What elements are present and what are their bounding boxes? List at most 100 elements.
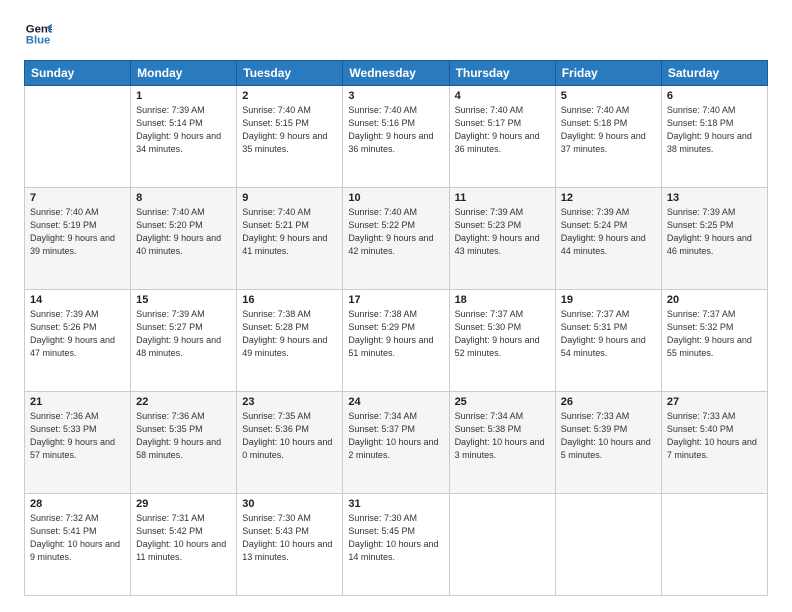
day-number: 31 xyxy=(348,498,443,510)
logo: General Blue xyxy=(24,20,56,48)
calendar-cell: 4 Sunrise: 7:40 AMSunset: 5:17 PMDaylight… xyxy=(449,86,555,188)
calendar-header-row: SundayMondayTuesdayWednesdayThursdayFrid… xyxy=(25,61,768,86)
day-info: Sunrise: 7:40 AMSunset: 5:16 PMDaylight:… xyxy=(348,104,443,156)
day-number: 30 xyxy=(242,498,337,510)
calendar-cell: 24Sunrise: 7:34 AMSunset: 5:37 PMDayligh… xyxy=(343,392,449,494)
calendar-cell: 19 Sunrise: 7:37 AMSunset: 5:31 PMDayligh… xyxy=(555,290,661,392)
day-number: 23 xyxy=(242,396,337,408)
calendar-cell: 17 Sunrise: 7:38 AMSunset: 5:29 PMDayligh… xyxy=(343,290,449,392)
day-number: 7 xyxy=(30,192,125,204)
calendar-cell: 8 Sunrise: 7:40 AMSunset: 5:20 PMDaylight… xyxy=(131,188,237,290)
calendar-cell: 7 Sunrise: 7:40 AMSunset: 5:19 PMDaylight… xyxy=(25,188,131,290)
day-info: Sunrise: 7:39 AMSunset: 5:25 PMDaylight:… xyxy=(667,206,762,258)
calendar-week-4: 21 Sunrise: 7:36 AMSunset: 5:33 PMDayligh… xyxy=(25,392,768,494)
calendar-cell: 15Sunrise: 7:39 AMSunset: 5:27 PMDayligh… xyxy=(131,290,237,392)
day-number: 25 xyxy=(455,396,550,408)
calendar-page: General Blue SundayMondayTuesdayWednesda… xyxy=(0,0,792,612)
column-header-saturday: Saturday xyxy=(661,61,767,86)
day-number: 19 xyxy=(561,294,656,306)
day-number: 9 xyxy=(242,192,337,204)
day-info: Sunrise: 7:37 AMSunset: 5:31 PMDaylight:… xyxy=(561,308,656,360)
calendar-cell: 16 Sunrise: 7:38 AMSunset: 5:28 PMDayligh… xyxy=(237,290,343,392)
column-header-thursday: Thursday xyxy=(449,61,555,86)
day-info: Sunrise: 7:37 AMSunset: 5:30 PMDaylight:… xyxy=(455,308,550,360)
day-number: 17 xyxy=(348,294,443,306)
day-info: Sunrise: 7:36 AMSunset: 5:35 PMDaylight:… xyxy=(136,410,231,462)
day-number: 14 xyxy=(30,294,125,306)
day-number: 21 xyxy=(30,396,125,408)
calendar-cell: 21 Sunrise: 7:36 AMSunset: 5:33 PMDayligh… xyxy=(25,392,131,494)
day-info: Sunrise: 7:40 AMSunset: 5:19 PMDaylight:… xyxy=(30,206,125,258)
day-number: 26 xyxy=(561,396,656,408)
day-info: Sunrise: 7:39 AMSunset: 5:23 PMDaylight:… xyxy=(455,206,550,258)
calendar-cell: 12Sunrise: 7:39 AMSunset: 5:24 PMDayligh… xyxy=(555,188,661,290)
calendar-cell xyxy=(25,86,131,188)
calendar-week-1: 1Sunrise: 7:39 AMSunset: 5:14 PMDaylight… xyxy=(25,86,768,188)
day-info: Sunrise: 7:40 AMSunset: 5:15 PMDaylight:… xyxy=(242,104,337,156)
calendar-body: 1Sunrise: 7:39 AMSunset: 5:14 PMDaylight… xyxy=(25,86,768,596)
day-number: 24 xyxy=(348,396,443,408)
day-number: 18 xyxy=(455,294,550,306)
calendar-cell: 23Sunrise: 7:35 AMSunset: 5:36 PMDayligh… xyxy=(237,392,343,494)
calendar-week-5: 28 Sunrise: 7:32 AMSunset: 5:41 PMDayligh… xyxy=(25,494,768,596)
calendar-cell: 1Sunrise: 7:39 AMSunset: 5:14 PMDaylight… xyxy=(131,86,237,188)
calendar-week-2: 7 Sunrise: 7:40 AMSunset: 5:19 PMDaylight… xyxy=(25,188,768,290)
day-info: Sunrise: 7:32 AMSunset: 5:41 PMDaylight:… xyxy=(30,512,125,564)
calendar-cell: 11 Sunrise: 7:39 AMSunset: 5:23 PMDayligh… xyxy=(449,188,555,290)
calendar-cell: 30 Sunrise: 7:30 AMSunset: 5:43 PMDayligh… xyxy=(237,494,343,596)
calendar-cell: 28 Sunrise: 7:32 AMSunset: 5:41 PMDayligh… xyxy=(25,494,131,596)
calendar-table: SundayMondayTuesdayWednesdayThursdayFrid… xyxy=(24,60,768,596)
day-number: 2 xyxy=(242,90,337,102)
day-number: 5 xyxy=(561,90,656,102)
calendar-cell xyxy=(449,494,555,596)
day-number: 6 xyxy=(667,90,762,102)
day-info: Sunrise: 7:36 AMSunset: 5:33 PMDaylight:… xyxy=(30,410,125,462)
day-number: 29 xyxy=(136,498,231,510)
day-info: Sunrise: 7:30 AMSunset: 5:43 PMDaylight:… xyxy=(242,512,337,564)
day-info: Sunrise: 7:33 AMSunset: 5:39 PMDaylight:… xyxy=(561,410,656,462)
day-info: Sunrise: 7:37 AMSunset: 5:32 PMDaylight:… xyxy=(667,308,762,360)
calendar-cell: 29 Sunrise: 7:31 AMSunset: 5:42 PMDayligh… xyxy=(131,494,237,596)
calendar-cell: 22 Sunrise: 7:36 AMSunset: 5:35 PMDayligh… xyxy=(131,392,237,494)
day-info: Sunrise: 7:33 AMSunset: 5:40 PMDaylight:… xyxy=(667,410,762,462)
day-info: Sunrise: 7:40 AMSunset: 5:18 PMDaylight:… xyxy=(561,104,656,156)
day-info: Sunrise: 7:39 AMSunset: 5:14 PMDaylight:… xyxy=(136,104,231,156)
day-number: 8 xyxy=(136,192,231,204)
calendar-cell: 31 Sunrise: 7:30 AMSunset: 5:45 PMDayligh… xyxy=(343,494,449,596)
day-info: Sunrise: 7:31 AMSunset: 5:42 PMDaylight:… xyxy=(136,512,231,564)
day-info: Sunrise: 7:40 AMSunset: 5:17 PMDaylight:… xyxy=(455,104,550,156)
calendar-cell: 3Sunrise: 7:40 AMSunset: 5:16 PMDaylight… xyxy=(343,86,449,188)
day-number: 11 xyxy=(455,192,550,204)
column-header-sunday: Sunday xyxy=(25,61,131,86)
calendar-week-3: 14Sunrise: 7:39 AMSunset: 5:26 PMDayligh… xyxy=(25,290,768,392)
day-info: Sunrise: 7:39 AMSunset: 5:24 PMDaylight:… xyxy=(561,206,656,258)
day-info: Sunrise: 7:38 AMSunset: 5:29 PMDaylight:… xyxy=(348,308,443,360)
column-header-friday: Friday xyxy=(555,61,661,86)
day-info: Sunrise: 7:30 AMSunset: 5:45 PMDaylight:… xyxy=(348,512,443,564)
day-info: Sunrise: 7:40 AMSunset: 5:22 PMDaylight:… xyxy=(348,206,443,258)
day-number: 20 xyxy=(667,294,762,306)
day-number: 28 xyxy=(30,498,125,510)
calendar-cell xyxy=(661,494,767,596)
calendar-cell: 2 Sunrise: 7:40 AMSunset: 5:15 PMDaylight… xyxy=(237,86,343,188)
day-number: 16 xyxy=(242,294,337,306)
calendar-cell: 5 Sunrise: 7:40 AMSunset: 5:18 PMDaylight… xyxy=(555,86,661,188)
column-header-wednesday: Wednesday xyxy=(343,61,449,86)
column-header-tuesday: Tuesday xyxy=(237,61,343,86)
day-number: 4 xyxy=(455,90,550,102)
svg-text:General: General xyxy=(26,23,52,35)
day-info: Sunrise: 7:34 AMSunset: 5:38 PMDaylight:… xyxy=(455,410,550,462)
calendar-cell: 26 Sunrise: 7:33 AMSunset: 5:39 PMDayligh… xyxy=(555,392,661,494)
day-info: Sunrise: 7:40 AMSunset: 5:18 PMDaylight:… xyxy=(667,104,762,156)
calendar-cell: 14Sunrise: 7:39 AMSunset: 5:26 PMDayligh… xyxy=(25,290,131,392)
svg-text:Blue: Blue xyxy=(26,35,51,47)
day-number: 27 xyxy=(667,396,762,408)
day-number: 22 xyxy=(136,396,231,408)
day-info: Sunrise: 7:40 AMSunset: 5:20 PMDaylight:… xyxy=(136,206,231,258)
header: General Blue xyxy=(24,20,768,48)
day-info: Sunrise: 7:38 AMSunset: 5:28 PMDaylight:… xyxy=(242,308,337,360)
calendar-cell xyxy=(555,494,661,596)
calendar-cell: 18 Sunrise: 7:37 AMSunset: 5:30 PMDayligh… xyxy=(449,290,555,392)
calendar-cell: 20 Sunrise: 7:37 AMSunset: 5:32 PMDayligh… xyxy=(661,290,767,392)
calendar-cell: 10Sunrise: 7:40 AMSunset: 5:22 PMDayligh… xyxy=(343,188,449,290)
